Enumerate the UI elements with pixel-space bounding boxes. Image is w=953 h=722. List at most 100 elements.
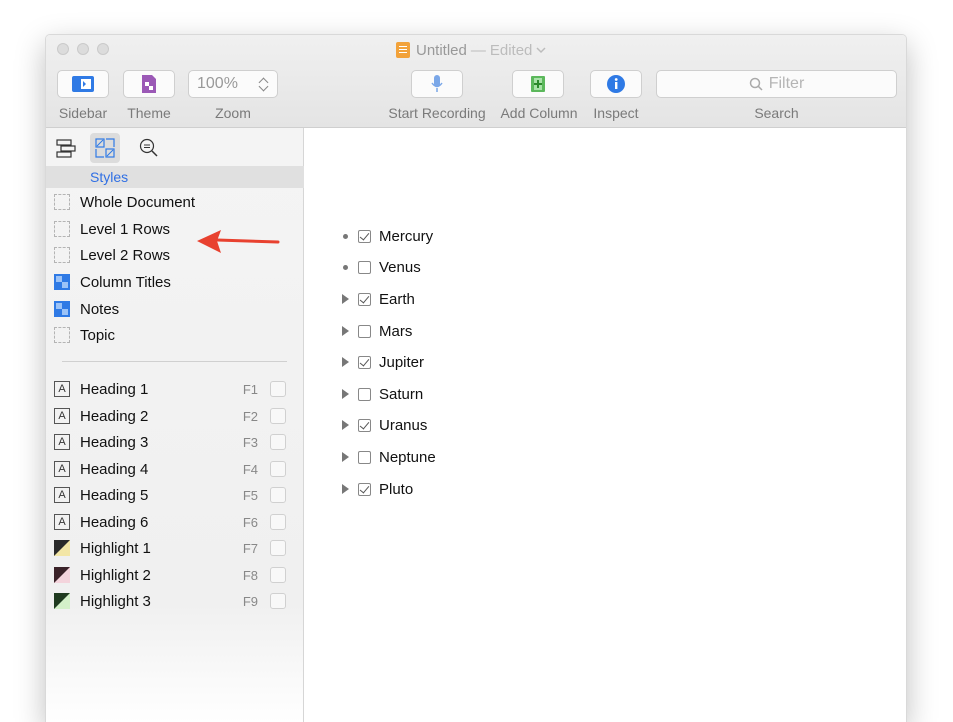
style-label: Level 2 Rows [80,246,171,264]
minimize-window-button[interactable] [77,43,89,55]
row-topic[interactable]: Venus [379,259,421,276]
style-checkbox[interactable] [270,461,286,477]
disclosure-triangle-icon[interactable] [340,420,350,430]
status-checkbox[interactable] [358,324,371,338]
named-style-heading-2[interactable]: A Heading 2 F2 [46,403,304,429]
style-row-topic[interactable]: Topic [46,322,304,348]
named-style-heading-6[interactable]: A Heading 6 F6 [46,509,304,535]
status-checkbox[interactable] [358,387,371,401]
outline-row[interactable]: Pluto [340,478,413,500]
outline-editor[interactable]: Mercury Venus Earth Mars Jupiter Saturn … [304,128,906,722]
style-checkbox[interactable] [270,593,286,609]
search-icon [749,77,763,91]
outline-row[interactable]: Jupiter [340,351,424,373]
start-recording-button[interactable] [411,70,463,98]
disclosure-triangle-icon[interactable] [340,484,350,494]
dashed-box-icon [54,247,70,263]
named-style-heading-1[interactable]: A Heading 1 F1 [46,376,304,402]
row-handle-dot-icon[interactable] [340,262,350,272]
status-checkbox[interactable] [358,418,371,432]
named-style-label: Highlight 1 [80,539,151,557]
status-checkbox[interactable] [358,260,371,274]
named-style-heading-3[interactable]: A Heading 3 F3 [46,429,304,455]
outline-row[interactable]: Mercury [340,225,433,247]
style-row-whole-document[interactable]: Whole Document [46,189,304,215]
row-handle-dot-icon[interactable] [340,231,350,241]
disclosure-triangle-icon[interactable] [340,452,350,462]
disclosure-triangle-icon[interactable] [340,389,350,399]
outline-row[interactable]: Saturn [340,383,423,405]
named-style-heading-5[interactable]: A Heading 5 F5 [46,482,304,508]
status-checkbox[interactable] [358,450,371,464]
style-checkbox[interactable] [270,381,286,397]
status-checkbox[interactable] [358,292,371,306]
tab-styles[interactable] [90,133,120,163]
named-style-label: Heading 3 [80,433,149,451]
style-row-column-titles[interactable]: Column Titles [46,269,304,295]
status-checkbox[interactable] [358,355,371,369]
inspect-button[interactable] [590,70,642,98]
theme-button[interactable] [123,70,175,98]
window-title[interactable]: Untitled — Edited [396,40,546,60]
row-topic[interactable]: Mercury [379,228,433,245]
named-style-highlight-2[interactable]: Highlight 2 F8 [46,562,304,588]
outline-row[interactable]: Neptune [340,446,436,468]
outline-row[interactable]: Earth [340,288,415,310]
row-topic[interactable]: Earth [379,291,415,308]
disclosure-triangle-icon[interactable] [340,326,350,336]
shortcut-key: F5 [242,487,258,503]
search-input[interactable]: Filter [656,70,897,98]
document-icon [396,42,410,58]
row-topic[interactable]: Neptune [379,449,436,466]
row-topic[interactable]: Pluto [379,481,413,498]
zoom-label: Zoom [215,105,251,121]
letter-a-icon: A [54,487,70,503]
named-style-label: Heading 1 [80,380,149,398]
outline-row[interactable]: Mars [340,320,412,342]
disclosure-triangle-icon[interactable] [340,294,350,304]
sidebar-tabs [46,128,303,166]
tab-outline[interactable] [51,133,81,163]
status-checkbox[interactable] [358,229,371,243]
style-label: Level 1 Rows [80,220,171,238]
named-style-label: Highlight 3 [80,592,151,610]
style-checkbox[interactable] [270,434,286,450]
outline-row[interactable]: Venus [340,256,421,278]
named-style-heading-4[interactable]: A Heading 4 F4 [46,456,304,482]
row-topic[interactable]: Uranus [379,417,427,434]
style-checkbox[interactable] [270,567,286,583]
add-column-button[interactable] [512,70,564,98]
row-topic[interactable]: Mars [379,323,412,340]
row-topic[interactable]: Saturn [379,386,423,403]
disclosure-triangle-icon[interactable] [340,357,350,367]
tab-search[interactable] [134,133,164,163]
style-checkbox[interactable] [270,408,286,424]
highlight-swatch-icon [54,540,70,556]
status-checkbox[interactable] [358,482,371,496]
style-checkbox[interactable] [270,487,286,503]
sidebar-button[interactable] [57,70,109,98]
highlight-swatch-icon [54,593,70,609]
style-checkbox[interactable] [270,540,286,556]
shortcut-key: F3 [242,434,258,450]
dashed-box-icon [54,194,70,210]
toolbar: Untitled — Edited Sidebar Theme 100% Zoo… [46,35,906,128]
shortcut-key: F6 [242,514,258,530]
style-label: Whole Document [80,193,196,211]
row-topic[interactable]: Jupiter [379,354,424,371]
named-style-label: Heading 4 [80,460,149,478]
named-style-highlight-1[interactable]: Highlight 1 F7 [46,535,304,561]
zoom-window-button[interactable] [97,43,109,55]
close-window-button[interactable] [57,43,69,55]
named-style-label: Heading 6 [80,513,149,531]
style-checkbox[interactable] [270,514,286,530]
style-row-notes[interactable]: Notes [46,296,304,322]
zoom-stepper[interactable]: 100% [188,70,278,98]
letter-a-icon: A [54,434,70,450]
stepper-arrows-icon[interactable] [259,77,269,91]
named-style-highlight-3[interactable]: Highlight 3 F9 [46,588,304,614]
search-tab-icon [139,138,158,157]
style-label: Notes [80,300,120,318]
outline-row[interactable]: Uranus [340,414,427,436]
sidebar-divider [62,361,287,362]
